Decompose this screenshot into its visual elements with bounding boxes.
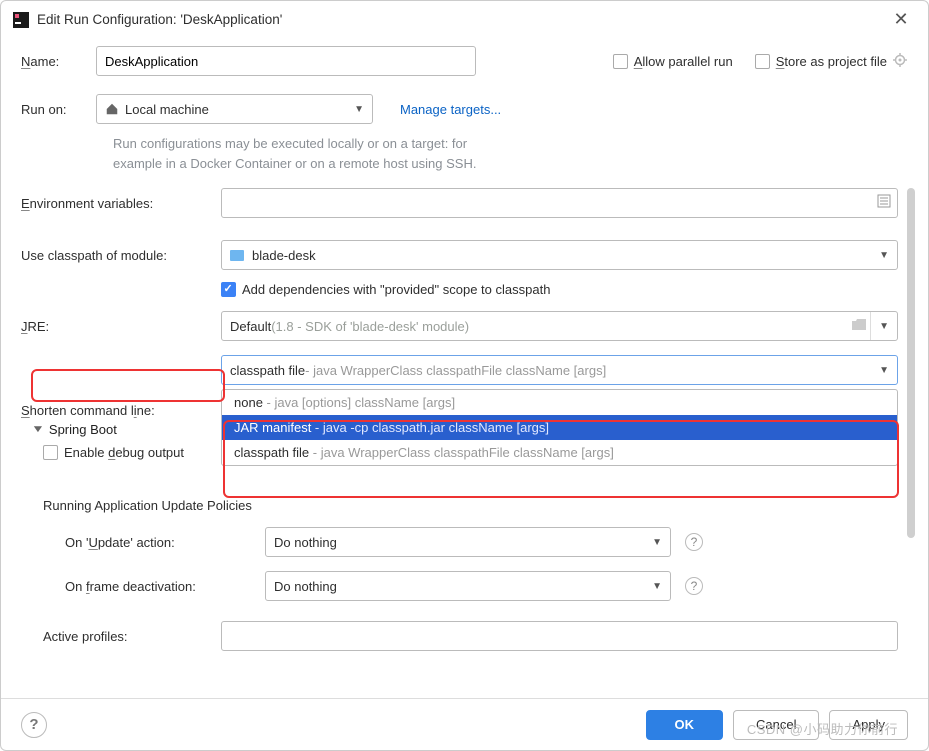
name-label: Name: bbox=[21, 54, 96, 69]
active-profiles-label: Active profiles: bbox=[43, 629, 221, 644]
dialog-footer: ? OK Cancel Apply bbox=[1, 698, 928, 750]
chevron-down-icon: ▼ bbox=[652, 581, 662, 592]
classpath-label: Use classpath of module: bbox=[21, 248, 221, 263]
update-action-select[interactable]: Do nothing ▼ bbox=[265, 527, 671, 557]
browse-folder-icon[interactable] bbox=[851, 318, 867, 335]
chevron-down-icon: ▼ bbox=[31, 424, 45, 435]
scrollbar-thumb[interactable] bbox=[907, 188, 915, 538]
allow-parallel-label: Allow parallel run bbox=[634, 54, 733, 69]
shorten-select[interactable]: classpath file - java WrapperClass class… bbox=[221, 355, 898, 385]
shorten-dropdown: none - java [options] className [args] J… bbox=[221, 389, 898, 466]
chevron-down-icon: ▼ bbox=[879, 250, 889, 261]
help-button[interactable]: ? bbox=[21, 712, 47, 738]
runon-panel: Run on: Local machine ▼ Manage targets..… bbox=[21, 94, 908, 174]
help-icon[interactable]: ? bbox=[685, 577, 703, 595]
classpath-value: blade-desk bbox=[252, 248, 316, 263]
folder-icon bbox=[230, 250, 244, 261]
runon-value: Local machine bbox=[125, 102, 209, 117]
app-icon bbox=[13, 12, 29, 28]
policies-header: Running Application Update Policies bbox=[43, 498, 898, 513]
help-icon[interactable]: ? bbox=[685, 533, 703, 551]
classpath-select[interactable]: blade-desk ▼ bbox=[221, 240, 898, 270]
name-row: Name: Allow parallel run Store as projec… bbox=[21, 46, 908, 76]
runon-label: Run on: bbox=[21, 102, 96, 117]
store-project-label: Store as project file bbox=[776, 54, 887, 69]
dialog-title: Edit Run Configuration: 'DeskApplication… bbox=[37, 12, 886, 27]
shorten-hint: - java WrapperClass classpathFile classN… bbox=[305, 363, 606, 378]
update-action-label: On 'Update' action: bbox=[65, 535, 265, 550]
jre-value: Default bbox=[230, 319, 271, 334]
shorten-option-cpf[interactable]: classpath file - java WrapperClass class… bbox=[222, 440, 897, 465]
chevron-down-icon: ▼ bbox=[354, 104, 364, 115]
store-project-checkbox[interactable]: Store as project file bbox=[755, 54, 887, 69]
manage-targets-link[interactable]: Manage targets... bbox=[400, 102, 501, 117]
cancel-button[interactable]: Cancel bbox=[733, 710, 819, 740]
deps-label: Add dependencies with "provided" scope t… bbox=[242, 282, 550, 297]
gear-icon[interactable] bbox=[892, 52, 908, 71]
deps-checkbox[interactable]: Add dependencies with "provided" scope t… bbox=[221, 282, 550, 297]
checkbox-icon bbox=[221, 282, 236, 297]
checkbox-icon bbox=[613, 54, 628, 69]
allow-parallel-checkbox[interactable]: Allow parallel run bbox=[613, 54, 733, 69]
checkbox-icon bbox=[43, 445, 58, 460]
form-scroll-area: Environment variables: Use classpath of … bbox=[21, 188, 908, 708]
shorten-label: Shorten command line: bbox=[21, 403, 221, 418]
dialog-window: Edit Run Configuration: 'DeskApplication… bbox=[0, 0, 929, 751]
apply-button[interactable]: Apply bbox=[829, 710, 908, 740]
jre-hint: (1.8 - SDK of 'blade-desk' module) bbox=[271, 319, 469, 334]
active-profiles-input[interactable] bbox=[221, 621, 898, 651]
chevron-down-icon: ▼ bbox=[879, 365, 889, 376]
scrollbar[interactable] bbox=[907, 188, 915, 708]
list-icon[interactable] bbox=[877, 194, 891, 211]
frame-deact-select[interactable]: Do nothing ▼ bbox=[265, 571, 671, 601]
env-input[interactable] bbox=[221, 188, 898, 218]
shorten-option-jar[interactable]: JAR manifest - java -cp classpath.jar cl… bbox=[222, 415, 897, 440]
close-icon[interactable]: ✕ bbox=[886, 9, 916, 30]
chevron-down-icon: ▼ bbox=[879, 321, 889, 332]
home-icon bbox=[105, 102, 119, 116]
debug-label: Enable debug output bbox=[64, 445, 184, 460]
ok-button[interactable]: OK bbox=[646, 710, 724, 740]
runon-help-text: Run configurations may be executed local… bbox=[113, 134, 908, 174]
shorten-option-none[interactable]: none - java [options] className [args] bbox=[222, 390, 897, 415]
checkbox-icon bbox=[755, 54, 770, 69]
shorten-value: classpath file bbox=[230, 363, 305, 378]
jre-select[interactable]: Default (1.8 - SDK of 'blade-desk' modul… bbox=[221, 311, 898, 341]
name-input[interactable] bbox=[96, 46, 476, 76]
title-bar: Edit Run Configuration: 'DeskApplication… bbox=[1, 1, 928, 36]
frame-deact-label: On frame deactivation: bbox=[65, 579, 265, 594]
env-label: Environment variables: bbox=[21, 196, 221, 211]
jre-label: JRE: bbox=[21, 319, 221, 334]
runon-select[interactable]: Local machine ▼ bbox=[96, 94, 373, 124]
chevron-down-icon: ▼ bbox=[652, 537, 662, 548]
